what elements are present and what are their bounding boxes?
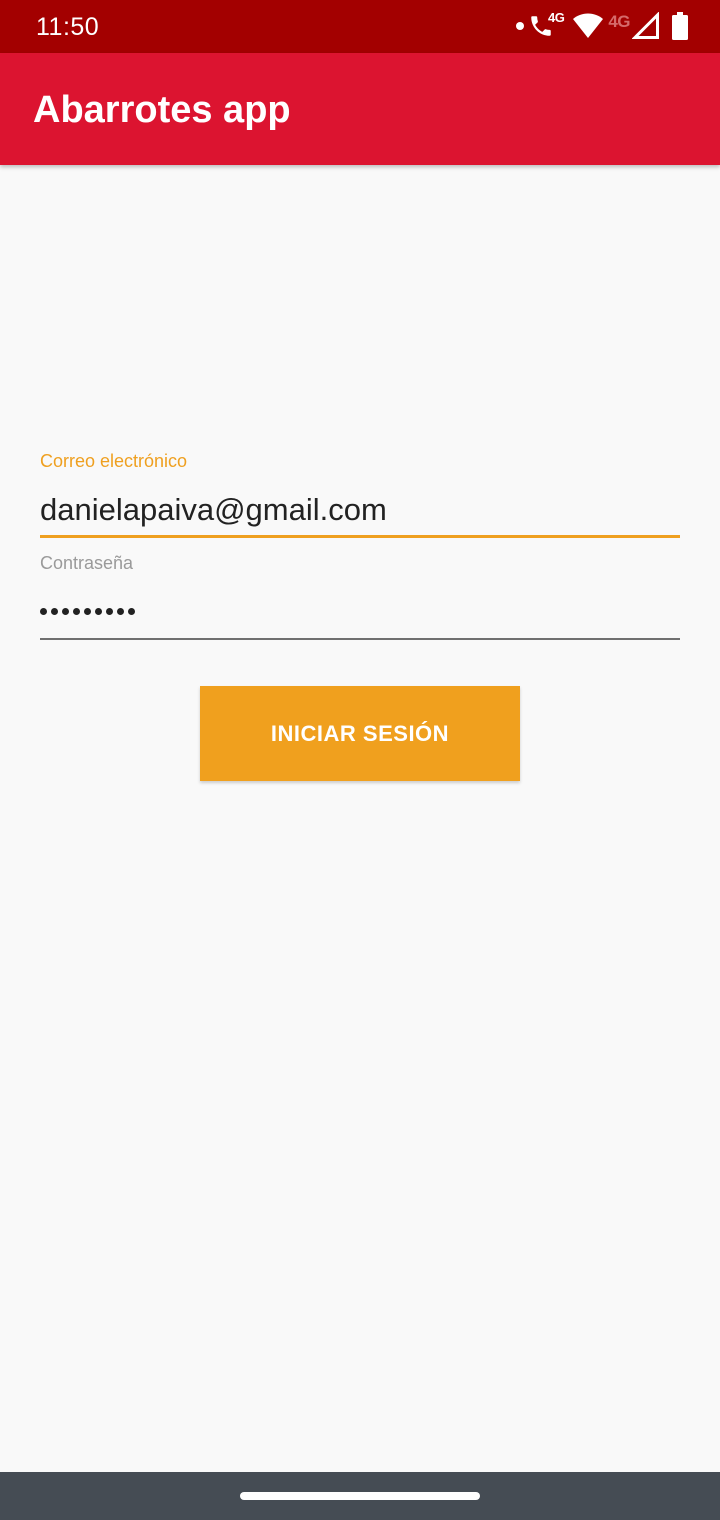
status-icons: 4G 4G xyxy=(515,9,688,42)
home-gesture-handle[interactable] xyxy=(240,1492,480,1500)
password-mask-dot xyxy=(117,608,124,615)
app-bar: Abarrotes app xyxy=(0,53,720,165)
login-form: Correo electrónico Contraseña xyxy=(40,448,680,640)
password-mask-dot xyxy=(51,608,58,615)
notification-dot-icon xyxy=(515,22,524,30)
mobile-signal-icon xyxy=(632,12,660,40)
password-input[interactable] xyxy=(40,596,139,615)
call-network-label: 4G xyxy=(547,9,565,25)
password-label: Contraseña xyxy=(40,553,134,573)
password-mask-dot xyxy=(62,608,69,615)
email-label: Correo electrónico xyxy=(40,451,188,471)
navigation-bar xyxy=(0,1472,720,1520)
status-time: 11:50 xyxy=(36,13,100,41)
password-mask-dot xyxy=(84,608,91,615)
password-mask-dot xyxy=(40,608,47,615)
wifi-icon xyxy=(572,12,604,40)
app-title: Abarrotes app xyxy=(33,89,291,131)
email-input[interactable] xyxy=(40,492,680,528)
password-mask-dot xyxy=(106,608,113,615)
email-field[interactable]: Correo electrónico xyxy=(40,448,680,538)
status-bar: 11:50 4G 4G xyxy=(0,0,720,53)
password-underline xyxy=(40,638,680,640)
login-button[interactable]: INICIAR SESIÓN xyxy=(200,686,520,781)
email-underline xyxy=(40,535,680,538)
password-mask-dot xyxy=(128,608,135,615)
battery-icon xyxy=(672,12,688,40)
mobile-network-label: 4G xyxy=(608,12,630,31)
password-mask-dot xyxy=(95,608,102,615)
password-field[interactable]: Contraseña xyxy=(40,550,680,640)
password-mask-dot xyxy=(73,608,80,615)
